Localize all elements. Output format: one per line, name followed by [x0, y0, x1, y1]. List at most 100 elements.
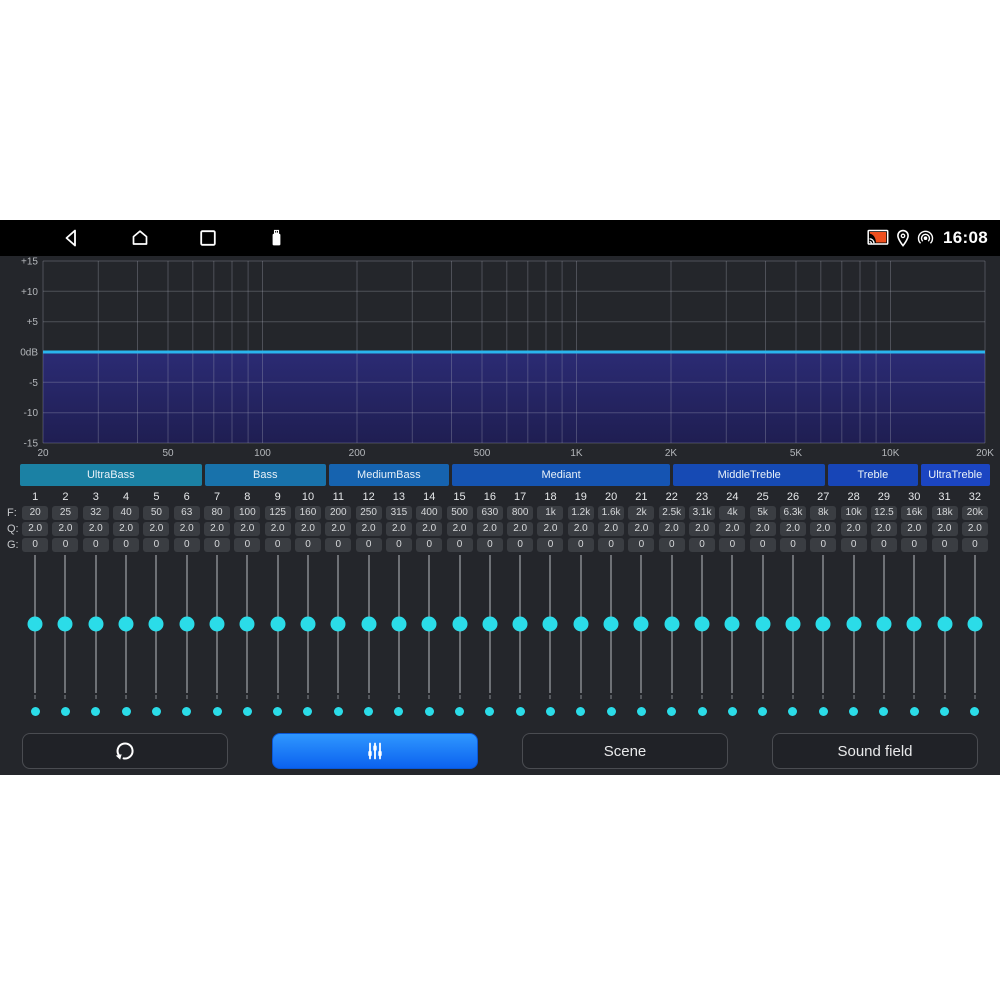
eq-gain-slider[interactable]: [731, 555, 733, 693]
slider-knob[interactable]: [604, 617, 619, 632]
eq-gain-slider[interactable]: [792, 555, 794, 693]
x-tick-label: 1K: [570, 448, 583, 459]
slider-knob[interactable]: [119, 617, 134, 632]
eq-gain-slider[interactable]: [489, 555, 491, 693]
slider-knob[interactable]: [755, 617, 770, 632]
band-treble: Treble: [828, 464, 917, 486]
slider-knob[interactable]: [876, 617, 891, 632]
eq-gain-slider[interactable]: [944, 555, 946, 693]
slider-knob[interactable]: [270, 617, 285, 632]
slider-knob[interactable]: [482, 617, 497, 632]
slider-knob[interactable]: [88, 617, 103, 632]
eq-gain-slider[interactable]: [155, 555, 157, 693]
eq-gain-slider[interactable]: [186, 555, 188, 693]
slider-knob[interactable]: [846, 617, 861, 632]
slider-knob[interactable]: [210, 617, 225, 632]
channel-number: 27: [808, 489, 838, 505]
gain-value-chip: 0: [295, 538, 321, 552]
track-end-tick: [216, 695, 218, 699]
slider-knob[interactable]: [58, 617, 73, 632]
eq-gain-slider[interactable]: [580, 555, 582, 693]
recents-button[interactable]: [196, 226, 220, 250]
eq-gain-slider[interactable]: [125, 555, 127, 693]
reset-button[interactable]: [22, 733, 228, 769]
channel-number: 13: [384, 489, 414, 505]
slider-knob[interactable]: [422, 617, 437, 632]
eq-gain-slider[interactable]: [459, 555, 461, 693]
q-value-chip: 2.0: [537, 522, 563, 536]
eq-gain-slider[interactable]: [34, 555, 36, 693]
eq-gain-slider[interactable]: [216, 555, 218, 693]
slider-knob[interactable]: [391, 617, 406, 632]
freq-value-chip: 20k: [962, 506, 988, 520]
eq-gain-slider[interactable]: [398, 555, 400, 693]
slider-knob[interactable]: [907, 617, 922, 632]
slider-knob[interactable]: [513, 617, 528, 632]
eq-gain-slider[interactable]: [337, 555, 339, 693]
eq-gain-slider[interactable]: [368, 555, 370, 693]
x-tick-label: 5K: [790, 448, 803, 459]
eq-gain-slider[interactable]: [95, 555, 97, 693]
slider-knob[interactable]: [725, 617, 740, 632]
eq-gain-slider[interactable]: [246, 555, 248, 693]
eq-gain-slider[interactable]: [913, 555, 915, 693]
slider-knob[interactable]: [937, 617, 952, 632]
eq-gain-slider[interactable]: [428, 555, 430, 693]
eq-gain-slider[interactable]: [64, 555, 66, 693]
eq-gain-slider[interactable]: [853, 555, 855, 693]
slider-knob[interactable]: [300, 617, 315, 632]
home-button[interactable]: [128, 226, 152, 250]
scene-button[interactable]: Scene: [522, 733, 728, 769]
slider-knob[interactable]: [240, 617, 255, 632]
freq-value-chip: 1k: [537, 506, 563, 520]
usb-device-button[interactable]: [264, 226, 288, 250]
slider-dot: [61, 707, 70, 716]
eq-gain-slider[interactable]: [277, 555, 279, 693]
eq-gain-slider[interactable]: [519, 555, 521, 693]
back-icon: [61, 227, 83, 249]
slider-knob[interactable]: [28, 617, 43, 632]
q-value-chip: 2.0: [234, 522, 260, 536]
slider-knob[interactable]: [816, 617, 831, 632]
eq-gain-slider[interactable]: [671, 555, 673, 693]
slider-knob[interactable]: [664, 617, 679, 632]
track-end-tick: [428, 695, 430, 699]
eq-gain-slider[interactable]: [701, 555, 703, 693]
slider-knob[interactable]: [785, 617, 800, 632]
eq-gain-slider[interactable]: [822, 555, 824, 693]
eq-gain-slider[interactable]: [640, 555, 642, 693]
reset-icon: [113, 739, 137, 763]
eq-gain-slider[interactable]: [307, 555, 309, 693]
slider-knob[interactable]: [452, 617, 467, 632]
sound-field-button[interactable]: Sound field: [772, 733, 978, 769]
eq-gain-slider[interactable]: [974, 555, 976, 693]
channel-number: 1: [20, 489, 50, 505]
slider-knob[interactable]: [695, 617, 710, 632]
slider-knob[interactable]: [149, 617, 164, 632]
freq-value-chip: 400: [416, 506, 442, 520]
q-value-chip: 2.0: [143, 522, 169, 536]
gain-value-chip: 0: [780, 538, 806, 552]
q-value-chip: 2.0: [477, 522, 503, 536]
freq-value-chip: 800: [507, 506, 533, 520]
hotspot-icon: [916, 229, 935, 248]
x-tick-label: 100: [254, 448, 271, 459]
slider-knob[interactable]: [331, 617, 346, 632]
gain-value-chip: 0: [841, 538, 867, 552]
track-end-tick: [883, 695, 885, 699]
eq-gain-slider[interactable]: [762, 555, 764, 693]
slider-knob[interactable]: [361, 617, 376, 632]
equalizer-button[interactable]: [272, 733, 478, 769]
track-end-tick: [459, 695, 461, 699]
slider-knob[interactable]: [967, 617, 982, 632]
eq-gain-slider[interactable]: [883, 555, 885, 693]
slider-knob[interactable]: [543, 617, 558, 632]
eq-gain-slider[interactable]: [549, 555, 551, 693]
q-value-chip: 2.0: [22, 522, 48, 536]
slider-dot: [485, 707, 494, 716]
slider-knob[interactable]: [179, 617, 194, 632]
eq-gain-slider[interactable]: [610, 555, 612, 693]
back-button[interactable]: [60, 226, 84, 250]
slider-knob[interactable]: [573, 617, 588, 632]
slider-knob[interactable]: [634, 617, 649, 632]
